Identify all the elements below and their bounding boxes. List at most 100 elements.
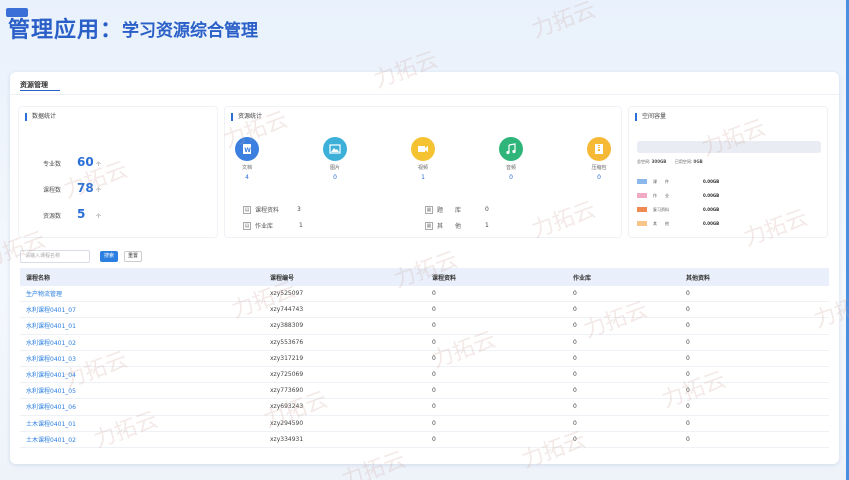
table-row: 土木课程0401_01 xzy294590 0 0 0	[20, 416, 829, 432]
legend-value: 0.00GB	[703, 193, 720, 198]
resource-count: 4	[245, 174, 249, 181]
legend-swatch	[637, 221, 647, 226]
document-icon: ▤	[243, 205, 251, 214]
course-materials-count: 0	[432, 354, 436, 362]
course-name-link[interactable]: 水利课程0401_07	[20, 305, 270, 314]
legend-value: 0.00GB	[703, 179, 720, 184]
course-name-link[interactable]: 土木课程0401_01	[20, 419, 270, 428]
space-used-value: 0GB	[693, 159, 703, 164]
stat-value-courses: 78	[77, 181, 94, 195]
course-name-link[interactable]: 水利课程0401_06	[20, 402, 270, 411]
course-search-input[interactable]: 请输入课程名称	[20, 250, 90, 263]
resource-doc[interactable]: W 文档 4	[227, 137, 267, 181]
sub-question-bank[interactable]: ▦ 题 库 0	[425, 205, 489, 214]
reset-button[interactable]: 重置	[124, 251, 142, 262]
header-other: 其他资料	[686, 274, 711, 282]
course-code: xzy525097	[270, 290, 304, 298]
course-code: xzy388309	[270, 322, 304, 330]
data-stats-title: 数据统计	[25, 113, 56, 121]
resource-management-panel: 资源管理 数据统计 专业数 60 个 课程数 78 个 资源数 5 个 资源统计…	[10, 72, 839, 464]
legend-name: 复习资料	[653, 207, 669, 212]
course-materials-count: 0	[432, 403, 436, 411]
course-code: xzy725069	[270, 371, 304, 379]
resource-count: 0	[333, 174, 337, 181]
table-row: 水利课程0401_01 xzy388309 0 0 0	[20, 318, 829, 335]
stat-value-majors: 60	[77, 155, 94, 169]
course-name-link[interactable]: 水利课程0401_01	[20, 321, 270, 330]
music-icon	[499, 137, 523, 161]
resource-count: 0	[597, 174, 601, 181]
sub-label: 课程资料	[255, 207, 280, 214]
legend-value: 0.00GB	[703, 221, 720, 226]
sub-value: 0	[485, 206, 489, 213]
table-header: 课程名称 课程编号 课程资料 作业库 其他资料	[20, 268, 829, 286]
space-total-label: 总空间:	[637, 159, 651, 164]
legend-swatch	[637, 179, 647, 184]
word-icon: W	[235, 137, 259, 161]
svg-text:W: W	[244, 147, 251, 154]
space-total-value: 300GB	[651, 159, 667, 164]
course-name-link[interactable]: 水利课程0401_03	[20, 354, 270, 363]
sub-other[interactable]: ▦ 其 他 1	[425, 221, 489, 230]
document-icon: ▤	[243, 221, 251, 230]
resource-label: 视频	[417, 165, 428, 171]
image-icon	[323, 137, 347, 161]
divider	[10, 94, 839, 95]
stat-value-resources: 5	[77, 207, 86, 221]
course-name-link[interactable]: 水利课程0401_02	[20, 338, 270, 347]
legend-swatch	[637, 207, 647, 212]
panel-title: 资源管理	[20, 81, 48, 89]
sub-label: 题 库	[437, 207, 462, 214]
resource-count: 1	[421, 174, 425, 181]
other-count: 0	[686, 419, 690, 427]
course-materials-count: 0	[432, 322, 436, 330]
space-capacity-card: 空间容量 总空间: 300GB 已用空间: 0GB 课 件 0.00GB 作 业…	[628, 106, 828, 238]
table-row: 生产物流管理 xzy525097 0 0 0	[20, 286, 829, 303]
assignments-count: 0	[573, 338, 577, 346]
course-table: 课程名称 课程编号 课程资料 作业库 其他资料 生产物流管理 xzy525097 0…	[20, 268, 829, 448]
stat-unit-courses: 个	[96, 188, 102, 194]
course-name-link[interactable]: 生产物流管理	[20, 289, 270, 298]
resource-image[interactable]: 图片 0	[315, 137, 355, 181]
resource-video[interactable]: 视频 1	[403, 137, 443, 181]
course-code: xzy294590	[270, 419, 304, 427]
search-button[interactable]: 搜索	[100, 251, 118, 262]
assignments-count: 0	[573, 322, 577, 330]
stat-label-majors: 专业数	[43, 161, 62, 168]
assignments-count: 0	[573, 435, 577, 443]
course-code: xzy334931	[270, 435, 304, 443]
resource-count: 0	[509, 174, 513, 181]
space-used-label: 已用空间:	[674, 159, 693, 164]
resource-stats-title: 资源统计	[231, 113, 262, 121]
resource-archive[interactable]: 压缩包 0	[579, 137, 619, 181]
bank-icon: ▦	[425, 205, 433, 214]
course-code: xzy693243	[270, 403, 304, 411]
space-info: 总空间: 300GB 已用空间: 0GB	[637, 159, 703, 165]
header-course-name: 课程名称	[26, 274, 51, 282]
archive-icon	[587, 137, 611, 161]
assignments-count: 0	[573, 387, 577, 395]
other-count: 0	[686, 435, 690, 443]
resource-audio[interactable]: 音频 0	[491, 137, 531, 181]
other-count: 0	[686, 306, 690, 314]
other-count: 0	[686, 338, 690, 346]
other-count: 0	[686, 354, 690, 362]
course-code: xzy773690	[270, 387, 304, 395]
course-materials-count: 0	[432, 419, 436, 427]
video-icon	[411, 137, 435, 161]
legend-name: 其 他	[653, 221, 669, 226]
course-materials-count: 0	[432, 435, 436, 443]
sub-assignments[interactable]: ▤ 作业库 1	[243, 221, 303, 230]
stat-label-courses: 课程数	[43, 187, 62, 194]
other-count: 0	[686, 371, 690, 379]
stat-label-resources: 资源数	[43, 213, 62, 220]
course-name-link[interactable]: 水利课程0401_04	[20, 370, 270, 379]
course-name-link[interactable]: 土木课程0401_02	[20, 435, 270, 444]
sub-course-materials[interactable]: ▤ 课程资料 3	[243, 205, 301, 214]
other-count: 0	[686, 322, 690, 330]
other-count: 0	[686, 290, 690, 298]
course-materials-count: 0	[432, 387, 436, 395]
resource-label: 音频	[505, 165, 516, 171]
course-code: xzy744743	[270, 306, 304, 314]
course-name-link[interactable]: 水利课程0401_05	[20, 386, 270, 395]
